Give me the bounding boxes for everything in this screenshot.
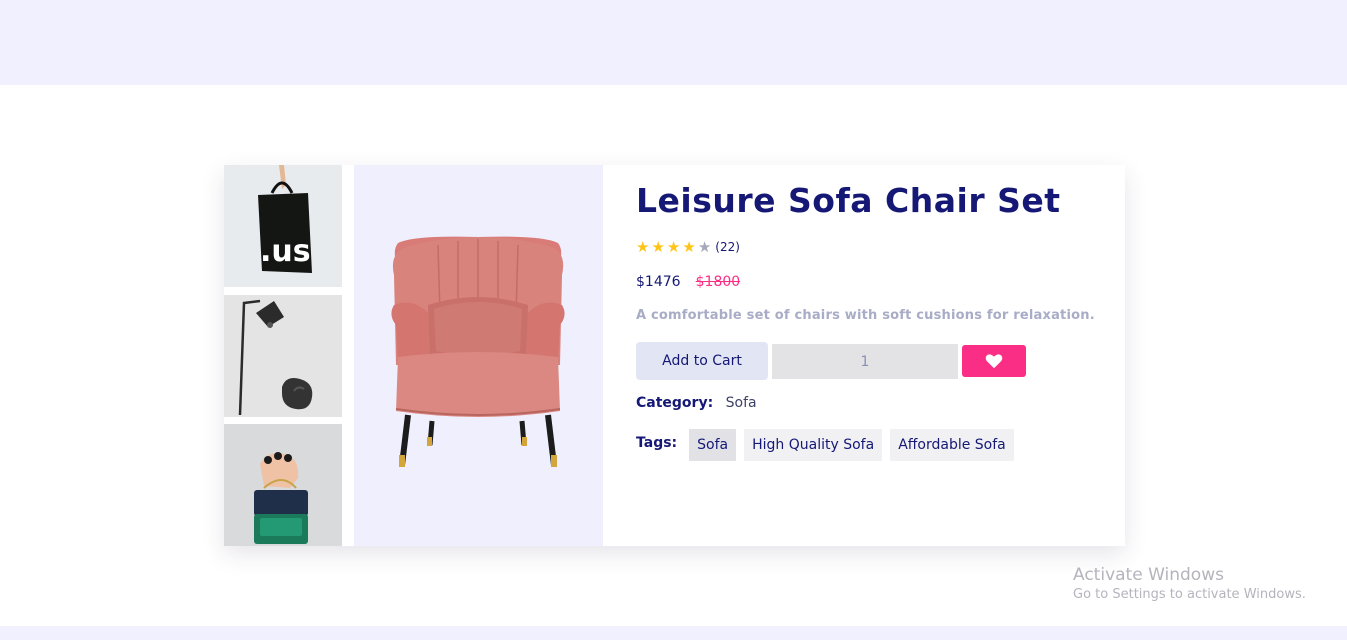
- thumbnail-handbag[interactable]: [224, 424, 342, 546]
- star-icon: ★: [636, 238, 650, 256]
- main-product-image: [354, 165, 603, 546]
- watermark-title: Activate Windows: [1073, 565, 1224, 585]
- tag-sofa[interactable]: Sofa: [689, 429, 737, 461]
- review-count: (22): [715, 240, 740, 254]
- heart-icon: [985, 354, 1003, 369]
- category-label: Category:: [636, 395, 714, 411]
- star-icon: ★: [666, 238, 681, 256]
- wishlist-button[interactable]: [962, 345, 1026, 377]
- price-block: $1476 $1800: [636, 271, 740, 290]
- watermark-subtitle: Go to Settings to activate Windows.: [1073, 587, 1306, 602]
- tags-row: Tags: Sofa High Quality Sofa Affordable …: [636, 429, 1022, 461]
- add-to-cart-button[interactable]: Add to Cart: [636, 342, 768, 380]
- original-price: $1800: [695, 274, 741, 290]
- tag-high-quality-sofa[interactable]: High Quality Sofa: [744, 429, 883, 461]
- category-row: Category: Sofa: [636, 395, 757, 411]
- product-title: Leisure Sofa Chair Set: [636, 181, 1061, 220]
- current-price: $1476: [636, 274, 681, 290]
- footer-band: [0, 626, 1347, 640]
- product-card: .us Leisure Sofa Chair Set ★ ★ ★ ★ ★ (22…: [224, 165, 1125, 546]
- quantity-input[interactable]: [772, 344, 958, 379]
- product-description: A comfortable set of chairs with soft cu…: [636, 308, 1095, 323]
- star-icon: ★: [697, 238, 712, 256]
- rating: ★ ★ ★ ★ ★ (22): [636, 238, 740, 256]
- tag-affordable-sofa[interactable]: Affordable Sofa: [890, 429, 1014, 461]
- tags-label: Tags:: [636, 435, 678, 451]
- thumbnail-tote-bag[interactable]: .us: [224, 165, 342, 287]
- category-value[interactable]: Sofa: [726, 395, 757, 411]
- thumbnail-floor-lamp[interactable]: [224, 295, 342, 417]
- tote-bag-text: .us: [260, 234, 311, 269]
- star-icon: ★: [682, 238, 696, 256]
- star-icon: ★: [651, 238, 665, 256]
- windows-activation-watermark: Activate Windows Go to Settings to activ…: [1073, 565, 1306, 602]
- header-band: [0, 0, 1347, 85]
